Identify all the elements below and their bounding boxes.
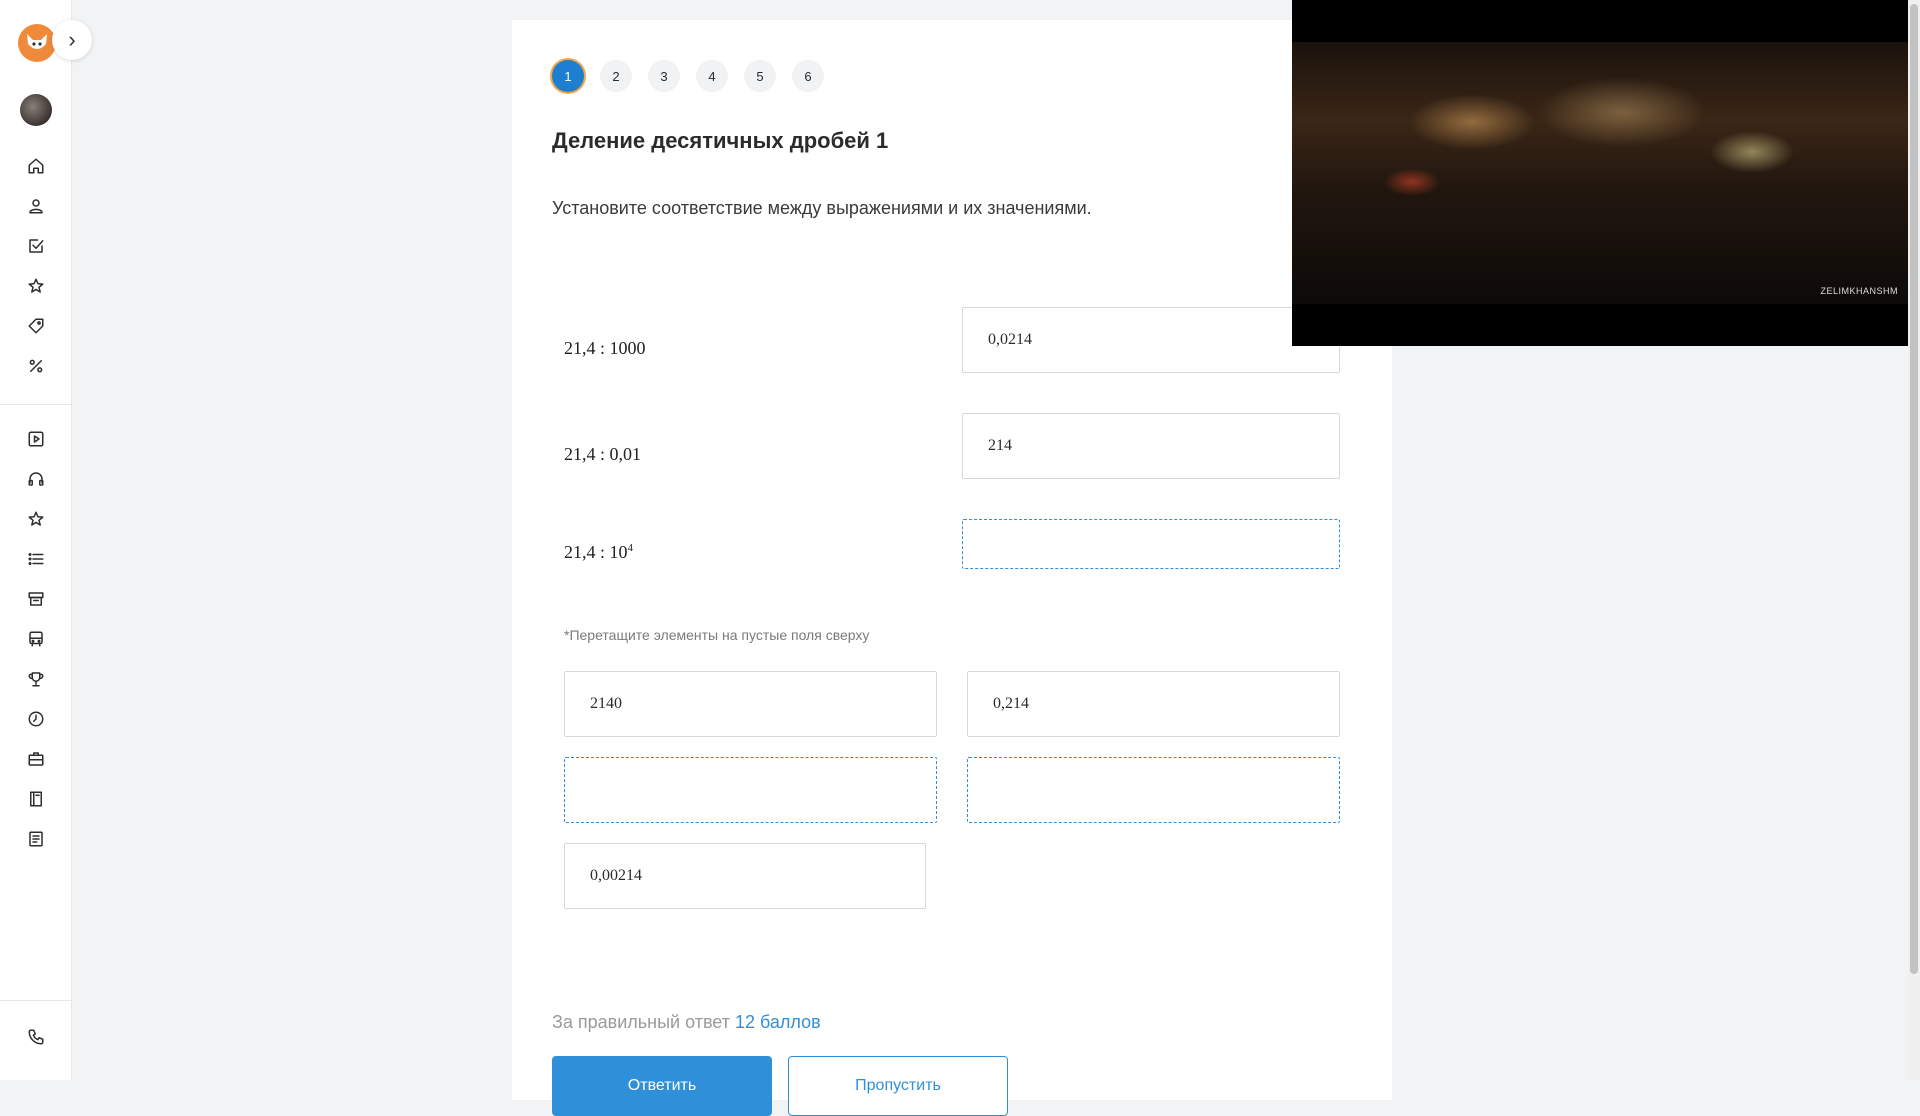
bus-icon[interactable] — [22, 625, 50, 653]
skip-button[interactable]: Пропустить — [788, 1056, 1008, 1116]
phone-icon[interactable] — [22, 1023, 50, 1051]
chevron-right-icon: › — [68, 27, 76, 52]
star-icon[interactable] — [22, 272, 50, 300]
drag-hint: *Перетащите элементы на пустые поля свер… — [564, 627, 870, 643]
briefcase-icon[interactable] — [22, 745, 50, 773]
step-6[interactable]: 6 — [792, 60, 824, 92]
score-prefix: За правильный ответ — [552, 1012, 730, 1032]
answer-value: 214 — [988, 437, 1012, 454]
drag-tile[interactable]: 0,00214 — [564, 843, 926, 909]
empty-tile-slot[interactable] — [564, 757, 937, 823]
video-frame — [1292, 42, 1908, 304]
expression-text: 21,4 : 10 — [564, 542, 628, 562]
step-navigation: 1 2 3 4 5 6 — [552, 60, 824, 92]
task-card: 1 2 3 4 5 6 Деление десятичных дробей 1 … — [512, 20, 1392, 1100]
expression-1: 21,4 : 1000 — [564, 338, 646, 359]
empty-tile-slot[interactable] — [967, 757, 1340, 823]
scrollbar-thumb[interactable] — [1910, 4, 1918, 974]
sidebar-divider — [0, 404, 72, 405]
answer-value: 0,0214 — [988, 331, 1032, 348]
score-points: 12 баллов — [734, 1012, 821, 1032]
task-instruction: Установите соответствие между выражениям… — [552, 198, 1092, 218]
score-info: За правильный ответ 12 баллов — [552, 1012, 821, 1033]
user-icon[interactable] — [22, 192, 50, 220]
expand-sidebar-button[interactable]: › — [52, 20, 92, 60]
percent-icon[interactable] — [22, 352, 50, 380]
user-avatar[interactable] — [20, 94, 52, 126]
home-icon[interactable] — [22, 152, 50, 180]
step-3[interactable]: 3 — [648, 60, 680, 92]
headphones-icon[interactable] — [22, 465, 50, 493]
expression-exponent: 4 — [627, 542, 634, 554]
step-4[interactable]: 4 — [696, 60, 728, 92]
expression-text: 21,4 : 0,01 — [564, 444, 642, 464]
trophy-icon[interactable] — [22, 665, 50, 693]
page-scrollbar[interactable] — [1908, 0, 1920, 1080]
video-watermark: ZELIMKHANSHM — [1820, 286, 1898, 296]
store-icon[interactable] — [22, 585, 50, 613]
submit-button[interactable]: Ответить — [552, 1056, 772, 1116]
drag-tile[interactable]: 2140 — [564, 671, 937, 737]
book-icon[interactable] — [22, 785, 50, 813]
clock-icon[interactable] — [22, 705, 50, 733]
answer-slot-2[interactable]: 214 — [962, 413, 1340, 479]
video-player[interactable]: ZELIMKHANSHM — [1292, 0, 1908, 346]
star-outline-icon[interactable] — [22, 505, 50, 533]
list-icon[interactable] — [22, 545, 50, 573]
sidebar-divider-bottom — [0, 1000, 72, 1001]
sidebar — [0, 0, 72, 1080]
fox-logo-icon[interactable] — [18, 24, 56, 62]
drag-tile[interactable]: 0,214 — [967, 671, 1340, 737]
expression-2: 21,4 : 0,01 — [564, 444, 641, 465]
answer-slot-3-empty[interactable] — [962, 519, 1340, 569]
step-1[interactable]: 1 — [552, 60, 584, 92]
answer-slot-1[interactable]: 0,0214 — [962, 307, 1340, 373]
task-title: Деление десятичных дробей 1 — [552, 128, 889, 153]
document-icon[interactable] — [22, 825, 50, 853]
step-2[interactable]: 2 — [600, 60, 632, 92]
play-icon[interactable] — [22, 425, 50, 453]
expression-text: 21,4 : 1000 — [564, 338, 646, 358]
tag-icon[interactable] — [22, 312, 50, 340]
expression-3: 21,4 : 104 — [564, 542, 633, 563]
step-5[interactable]: 5 — [744, 60, 776, 92]
checkbox-icon[interactable] — [22, 232, 50, 260]
